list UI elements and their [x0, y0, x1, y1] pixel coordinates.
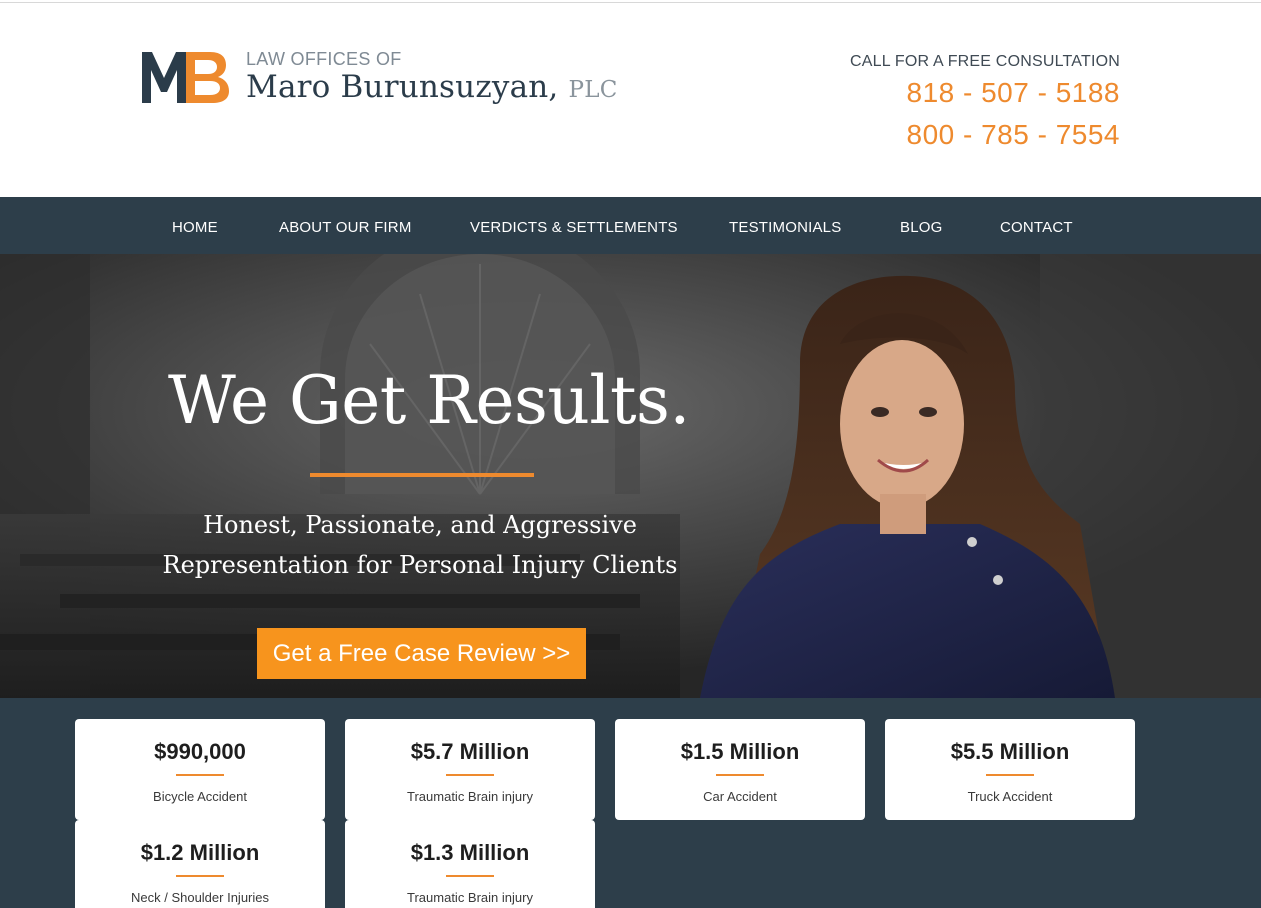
result-divider [446, 774, 494, 776]
result-label: Car Accident [703, 789, 777, 804]
results-section: $990,000 Bicycle Accident $5.7 Million T… [0, 698, 1261, 908]
result-amount: $5.5 Million [950, 739, 1070, 764]
result-card[interactable]: $5.7 Million Traumatic Brain injury [345, 719, 595, 820]
hero-subtitle-line1: Honest, Passionate, and Aggressive [203, 511, 637, 539]
hero-title: We Get Results. [168, 362, 690, 439]
site-header: LAW OFFICES OF Maro Burunsuzyan, PLC CAL… [0, 3, 1261, 197]
free-case-review-button[interactable]: Get a Free Case Review >> [257, 628, 586, 679]
result-amount: $1.2 Million [140, 840, 260, 865]
result-card[interactable]: $990,000 Bicycle Accident [75, 719, 325, 820]
nav-contact[interactable]: CONTACT [1000, 219, 1073, 236]
nav-blog[interactable]: BLOG [900, 219, 942, 236]
result-divider [986, 774, 1034, 776]
result-amount: $1.5 Million [680, 739, 800, 764]
result-card[interactable]: $1.5 Million Car Accident [615, 719, 865, 820]
result-divider [716, 774, 764, 776]
hero-banner: We Get Results. Honest, Passionate, and … [0, 254, 1261, 698]
hero-subtitle-line2: Representation for Personal Injury Clien… [162, 551, 678, 579]
result-amount: $1.3 Million [410, 840, 530, 865]
result-divider [446, 875, 494, 877]
mb-logo-icon[interactable] [142, 48, 232, 106]
logo-firm-name[interactable]: Maro Burunsuzyan, PLC [246, 69, 618, 105]
hero-divider [310, 473, 534, 477]
nav-about[interactable]: ABOUT OUR FIRM [279, 219, 412, 236]
result-card[interactable]: $5.5 Million Truck Accident [885, 719, 1135, 820]
firm-name: Maro Burunsuzyan, [246, 69, 559, 105]
main-nav: HOME ABOUT OUR FIRM VERDICTS & SETTLEMEN… [0, 197, 1261, 254]
result-label: Traumatic Brain injury [407, 789, 533, 804]
result-label: Neck / Shoulder Injuries [130, 890, 269, 905]
nav-verdicts[interactable]: VERDICTS & SETTLEMENTS [470, 219, 678, 236]
result-card[interactable]: $1.3 Million Traumatic Brain injury [345, 820, 595, 908]
firm-suffix: PLC [568, 77, 618, 103]
phone-number-1[interactable]: 818 - 507 - 5188 [907, 77, 1121, 109]
nav-home[interactable]: HOME [172, 219, 218, 236]
nav-testimonials[interactable]: TESTIMONIALS [729, 219, 841, 236]
result-amount: $5.7 Million [410, 739, 530, 764]
result-card[interactable]: $1.2 Million Neck / Shoulder Injuries [75, 820, 325, 908]
call-label: CALL FOR A FREE CONSULTATION [850, 53, 1120, 70]
result-label: Truck Accident [967, 789, 1053, 804]
result-label: Traumatic Brain injury [407, 890, 533, 905]
result-divider [176, 875, 224, 877]
phone-number-2[interactable]: 800 - 785 - 7554 [907, 119, 1121, 151]
result-amount: $990,000 [154, 739, 246, 764]
courtroom-attorney-photo [0, 254, 1261, 698]
logo-tagline: LAW OFFICES OF [246, 49, 402, 69]
result-label: Bicycle Accident [153, 789, 247, 804]
result-divider [176, 774, 224, 776]
